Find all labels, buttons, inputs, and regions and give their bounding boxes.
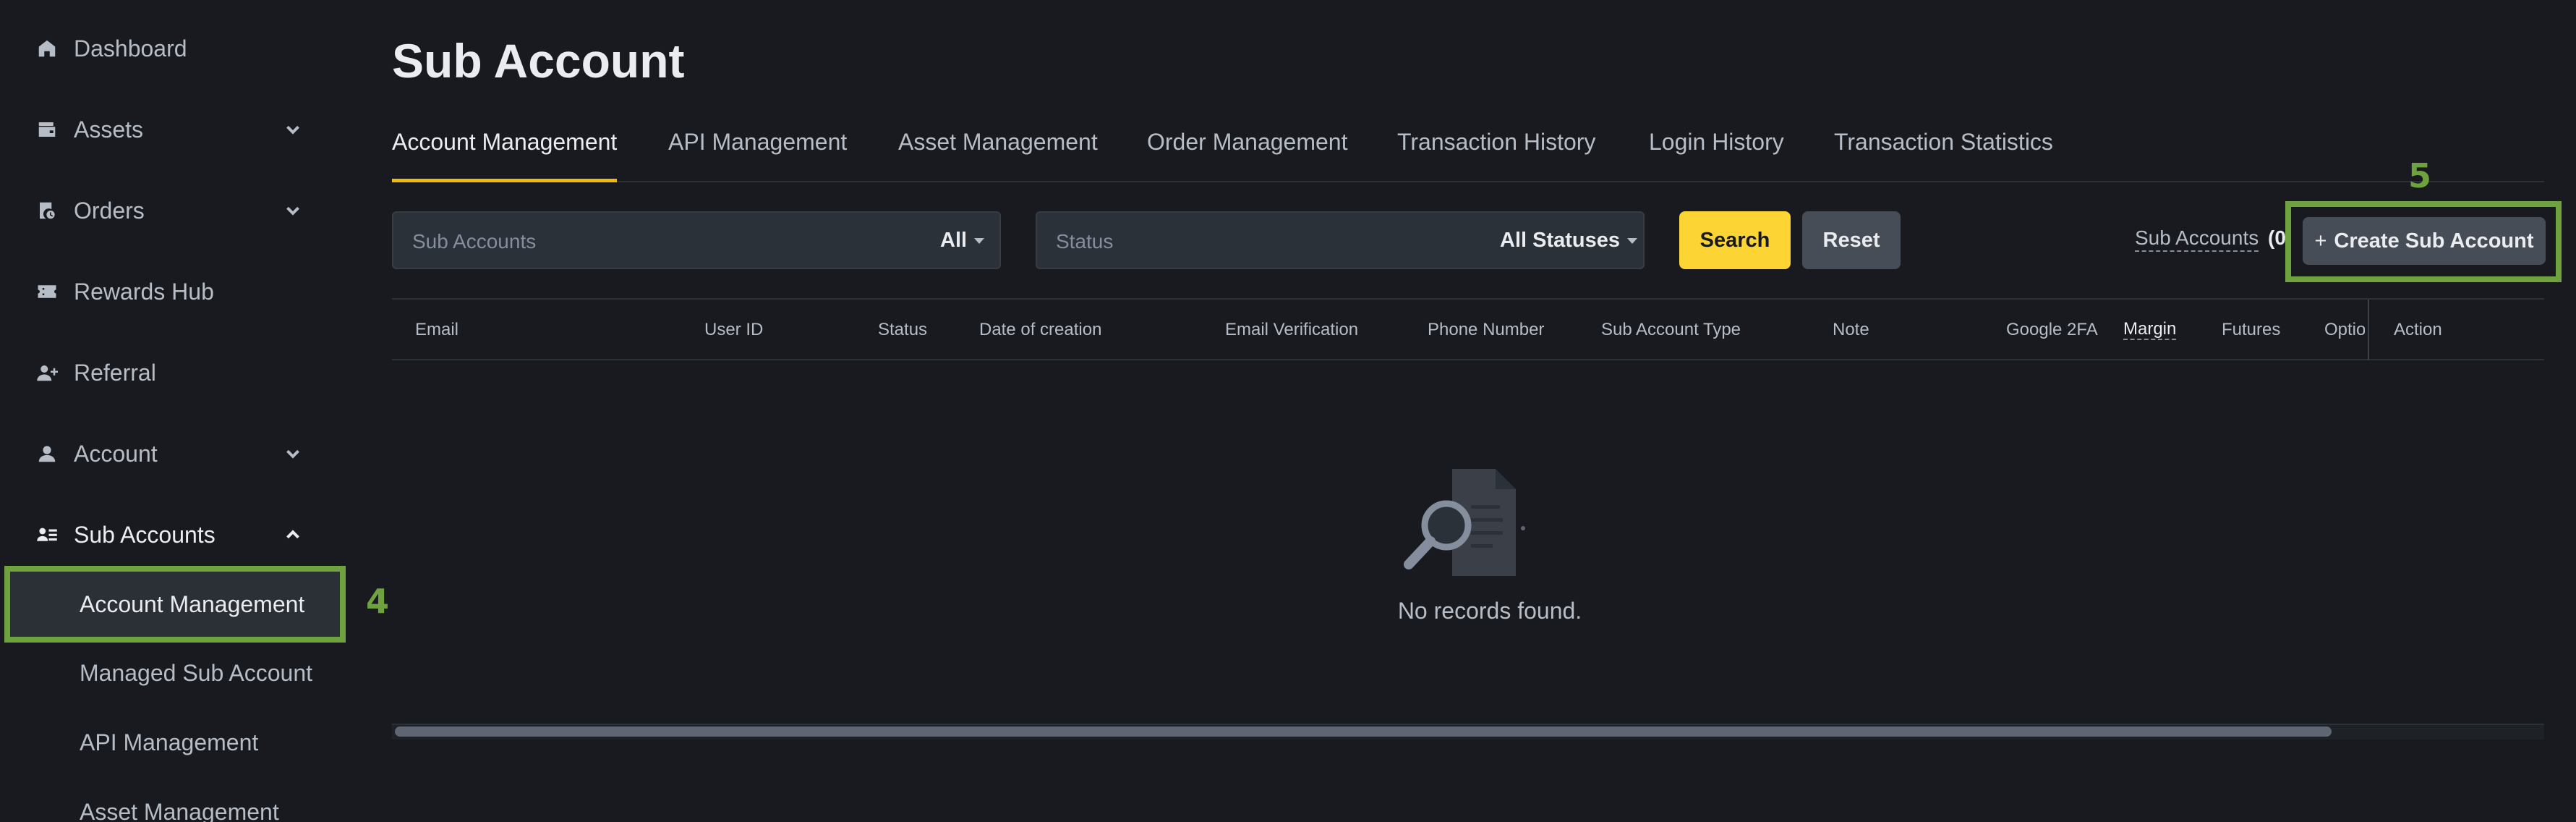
sidebar-item-label: Orders [74, 197, 145, 224]
sidebar-subitem-label: Account Management [80, 590, 305, 617]
column-header-email: Email [415, 320, 459, 339]
sticky-column-divider [2368, 300, 2369, 360]
sidebar-item-label: Sub Accounts [74, 521, 216, 548]
sub-accounts-input-placeholder: Sub Accounts [412, 230, 537, 253]
sidebar-item-orders[interactable]: Orders [0, 185, 318, 236]
chevron-down-icon [282, 443, 304, 465]
home-icon [36, 38, 58, 59]
caret-down-icon [974, 237, 985, 244]
sub-accounts-filter[interactable]: Sub Accounts All [392, 211, 1001, 269]
tab-transaction-statistics[interactable]: Transaction Statistics [1834, 116, 2053, 181]
sub-accounts-count: (0 [2268, 226, 2286, 249]
annotation-marker-4: 4 [366, 582, 390, 621]
tab-account-management[interactable]: Account Management [392, 116, 618, 182]
column-header-email-verification: Email Verification [1225, 320, 1359, 339]
sidebar-item-account[interactable]: Account [0, 428, 318, 479]
tab-order-management[interactable]: Order Management [1147, 116, 1347, 181]
chevron-up-icon [282, 524, 304, 546]
orders-icon [36, 200, 58, 221]
column-header-sub-account-type: Sub Account Type [1601, 320, 1741, 339]
tab-login-history[interactable]: Login History [1649, 116, 1784, 181]
sidebar-item-label: Referral [74, 359, 156, 386]
sidebar-item-assets[interactable]: Assets [0, 104, 318, 155]
reset-button[interactable]: Reset [1802, 211, 1901, 269]
column-header-user-id: User ID [704, 320, 764, 339]
tab-transaction-history[interactable]: Transaction History [1397, 116, 1595, 181]
column-header-options: Options [2324, 320, 2365, 339]
sub-accounts-link[interactable]: Sub Accounts [2135, 226, 2259, 252]
column-header-margin[interactable]: Margin [2123, 320, 2177, 340]
column-header-note: Note [1833, 320, 1869, 339]
sidebar-subitem-label: API Management [80, 729, 259, 755]
column-header-options-clip: Options [2324, 300, 2365, 360]
no-records-icon [1404, 469, 1525, 576]
sub-accounts-select[interactable]: All [940, 229, 985, 253]
horizontal-scrollbar-thumb[interactable] [395, 726, 2332, 737]
tab-bar: Account Management API Management Asset … [392, 116, 2544, 182]
rewards-icon [36, 281, 58, 302]
table-header: Email User ID Status Date of creation Em… [392, 298, 2544, 360]
plus-icon: + [2314, 229, 2327, 253]
status-select-value: All Statuses [1500, 229, 1620, 252]
column-header-futures: Futures [2222, 320, 2281, 339]
search-button[interactable]: Search [1679, 211, 1791, 269]
status-filter[interactable]: Status All Statuses [1036, 211, 1645, 269]
sidebar-item-label: Account [74, 440, 158, 467]
column-header-google-2fa: Google 2FA [2006, 320, 2098, 339]
create-sub-account-label: Create Sub Account [2334, 229, 2534, 253]
caret-down-icon [1627, 237, 1637, 244]
column-header-phone-number: Phone Number [1428, 320, 1545, 339]
sub-accounts-icon [36, 524, 58, 546]
sidebar-subitem-api-management[interactable]: API Management [0, 708, 347, 777]
wallet-icon [36, 119, 58, 140]
status-select[interactable]: All Statuses [1500, 229, 1637, 253]
create-sub-account-button[interactable]: + Create Sub Account [2303, 217, 2546, 265]
sidebar-item-label: Rewards Hub [74, 278, 214, 305]
sidebar-subitem-account-management[interactable]: Account Management [4, 566, 346, 643]
chevron-down-icon [282, 200, 304, 221]
chevron-down-icon [282, 119, 304, 140]
sidebar-item-referral[interactable]: Referral [0, 347, 318, 398]
sidebar-item-label: Dashboard [74, 35, 187, 62]
sidebar-item-rewards-hub[interactable]: Rewards Hub [0, 266, 318, 317]
sidebar-subitem-label: Managed Sub Account [80, 659, 313, 686]
sidebar: Dashboard Assets Orders Rewards Hub Refe… [0, 0, 347, 822]
sidebar-subitem-label: Asset Management [80, 798, 279, 822]
tab-asset-management[interactable]: Asset Management [898, 116, 1098, 181]
sidebar-item-label: Assets [74, 116, 144, 143]
sidebar-subitem-asset-management[interactable]: Asset Management [0, 777, 347, 822]
column-header-action: Action [2394, 320, 2442, 339]
column-header-status: Status [878, 320, 928, 339]
empty-state-text: No records found. [1397, 598, 1582, 624]
annotation-marker-5: 5 [2408, 156, 2432, 195]
page-title: Sub Account [392, 34, 685, 88]
tab-api-management[interactable]: API Management [668, 116, 847, 181]
sub-accounts-select-value: All [940, 229, 968, 252]
user-icon [36, 443, 58, 465]
status-input-placeholder: Status [1056, 230, 1114, 253]
column-header-date-of-creation: Date of creation [979, 320, 1102, 339]
sidebar-item-dashboard[interactable]: Dashboard [0, 23, 318, 74]
sidebar-item-sub-accounts[interactable]: Sub Accounts [0, 509, 318, 560]
sidebar-subitem-managed-sub-account[interactable]: Managed Sub Account [0, 638, 347, 708]
referral-icon [36, 362, 58, 384]
